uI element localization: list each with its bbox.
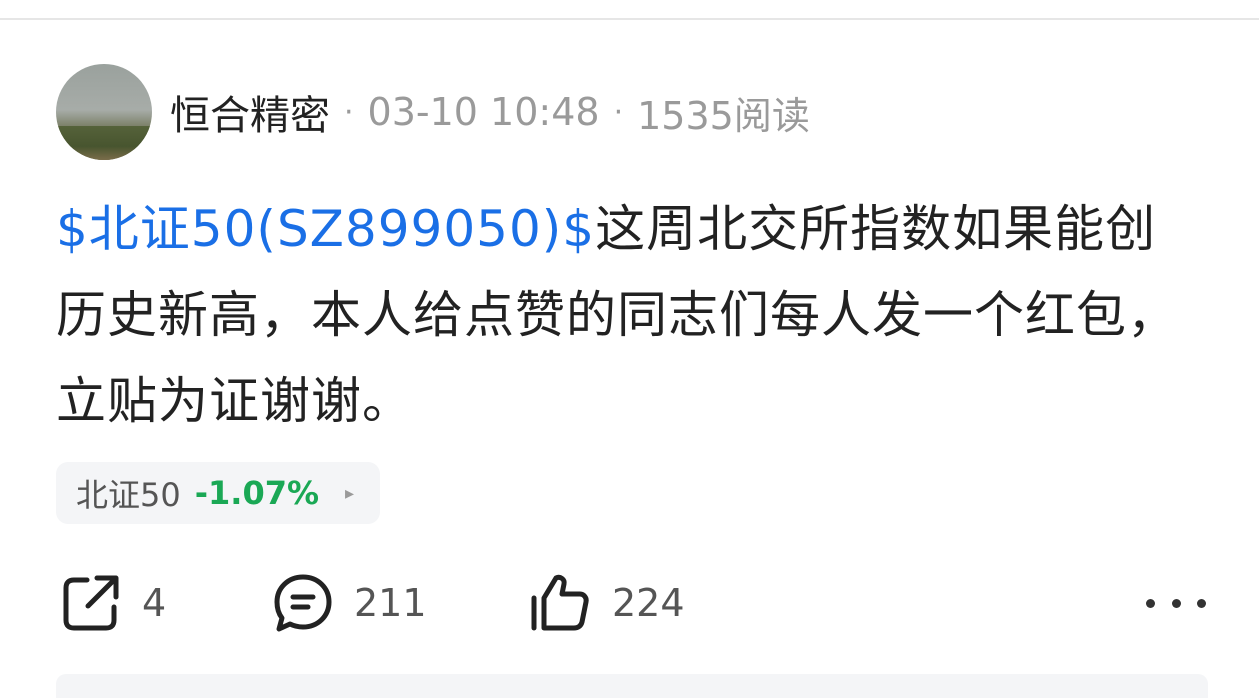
post-card: 恒合精密 · 03-10 10:48 · 1535阅读 $北证50(SZ8990… [0,0,1259,698]
post-timestamp: 03-10 10:48 [367,90,600,134]
quote-change: -1.07% [194,474,320,512]
stock-tag-link[interactable]: $北证50(SZ899050)$ [56,200,595,258]
action-bar: 4 211 224 [0,570,1259,636]
share-count: 4 [142,581,167,625]
like-count: 224 [612,581,685,625]
meta-separator: · [613,94,624,130]
comment-icon [272,572,334,634]
share-button[interactable]: 4 [60,570,166,636]
comment-count: 211 [354,581,427,625]
more-dot [1146,598,1155,608]
like-button[interactable]: 224 [528,570,685,636]
more-dot [1197,598,1206,608]
quote-name: 北证50 [76,476,181,514]
stock-quote-chip[interactable]: 北证50 -1.07% ▸ [56,462,381,524]
like-icon [528,572,592,634]
meta-separator: · [344,94,354,130]
comment-preview-box[interactable] [56,674,1208,698]
author-name[interactable]: 恒合精密 [170,83,330,141]
comment-button[interactable]: 211 [272,570,427,636]
more-dot [1171,598,1181,608]
more-options-icon[interactable] [1146,590,1206,616]
avatar[interactable] [56,64,152,160]
avatar-landscape [56,126,152,160]
post-meta: 恒合精密 · 03-10 10:48 · 1535阅读 [170,84,810,140]
top-divider [0,18,1259,20]
share-icon [60,572,122,634]
read-count: 1535阅读 [637,93,810,138]
post-body: $北证50(SZ899050)$这周北交所指数如果能创历史新高，本人给点赞的同志… [56,186,1206,444]
chevron-right-icon: ▸ [345,482,355,504]
